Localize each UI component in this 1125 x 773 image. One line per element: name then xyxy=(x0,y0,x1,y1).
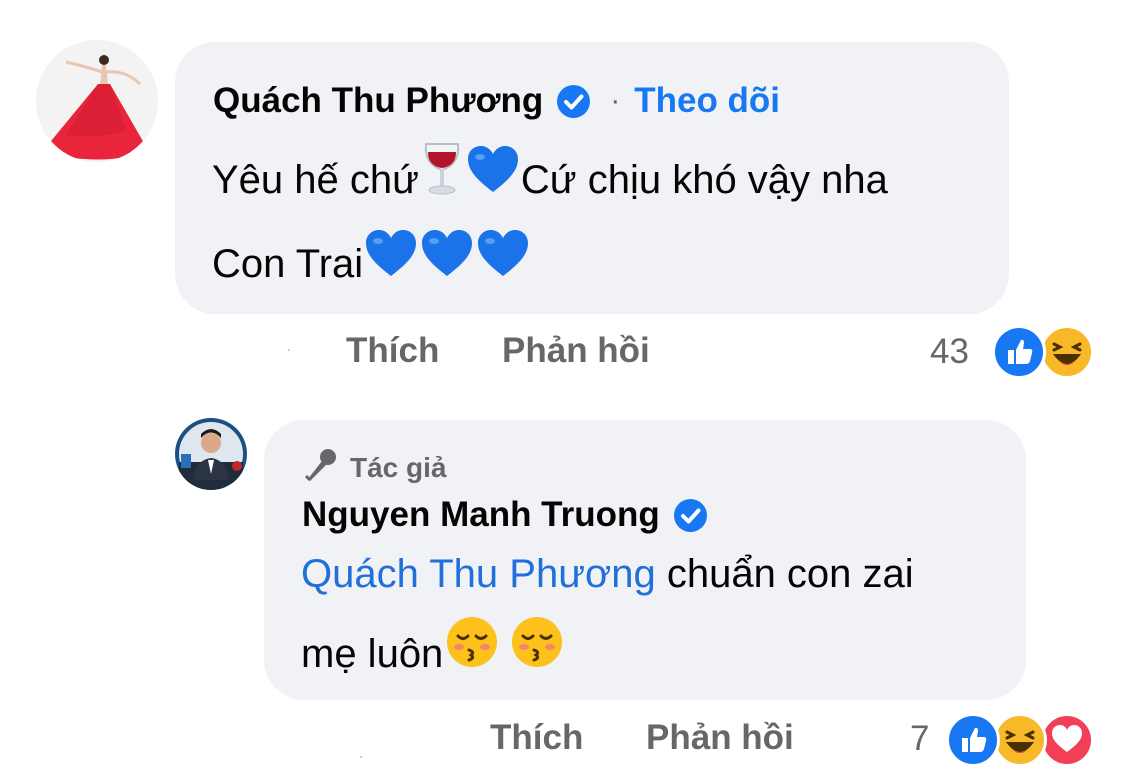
blue-heart-emoji-icon xyxy=(420,224,474,308)
comment-text: mẹ luôn xyxy=(301,632,444,676)
verified-badge-icon xyxy=(673,498,707,532)
like-reaction-icon[interactable] xyxy=(992,325,1046,379)
kissing-face-emoji-icon xyxy=(509,614,565,699)
avatar-quach-thu-phuong[interactable] xyxy=(36,40,158,162)
comment-author-name[interactable]: Nguyen Manh Truong xyxy=(302,495,660,535)
comment-1-text-line-2: Con Trai xyxy=(212,222,531,308)
comment-text: Con Trai xyxy=(212,242,364,286)
comment-1-text-line-1: Yêu hế chứ Cứ chịu khó vậy nha xyxy=(212,138,888,225)
blue-heart-emoji-icon xyxy=(364,224,418,308)
avatar-nguyen-manh-truong[interactable] xyxy=(175,418,247,490)
separator-dot: · xyxy=(610,84,621,117)
love-reaction-icon[interactable] xyxy=(1040,713,1094,767)
comment-author-name[interactable]: Quách Thu Phương xyxy=(213,81,543,121)
author-badge: Tác giả xyxy=(302,446,446,489)
comment-text: Cứ chịu khó vậy nha xyxy=(520,158,888,202)
reply-button[interactable]: Phản hồi xyxy=(502,331,650,371)
reaction-count[interactable]: 43 xyxy=(930,332,969,372)
timestamp-placeholder xyxy=(288,349,290,351)
like-reaction-icon[interactable] xyxy=(946,713,1000,767)
reply-button[interactable]: Phản hồi xyxy=(646,718,794,758)
like-button[interactable]: Thích xyxy=(346,331,439,371)
haha-reaction-icon[interactable] xyxy=(1040,325,1094,379)
timestamp-placeholder xyxy=(360,756,362,758)
author-badge-label: Tác giả xyxy=(350,451,447,483)
blue-heart-emoji-icon xyxy=(476,224,530,308)
comment-2-text-line-1: Quách Thu Phương chuẩn con zai xyxy=(301,532,914,616)
follow-button[interactable]: Theo dõi xyxy=(634,81,780,121)
blue-heart-emoji-icon xyxy=(466,140,520,224)
haha-reaction-icon[interactable] xyxy=(993,713,1047,767)
comment-text: Yêu hế chứ xyxy=(212,158,419,202)
verified-badge-icon xyxy=(557,84,591,118)
comment-2-text-line-2: mẹ luôn xyxy=(301,612,566,699)
reaction-count[interactable]: 7 xyxy=(910,719,929,759)
kissing-face-emoji-icon xyxy=(444,614,500,699)
microphone-icon xyxy=(302,446,340,489)
like-button[interactable]: Thích xyxy=(490,718,583,758)
wine-glass-emoji-icon xyxy=(420,140,464,225)
mention-link[interactable]: Quách Thu Phương xyxy=(301,552,656,596)
comment-1-header: Quách Thu Phương · Theo dõi xyxy=(213,76,780,126)
comment-text: chuẩn con zai xyxy=(655,552,914,596)
